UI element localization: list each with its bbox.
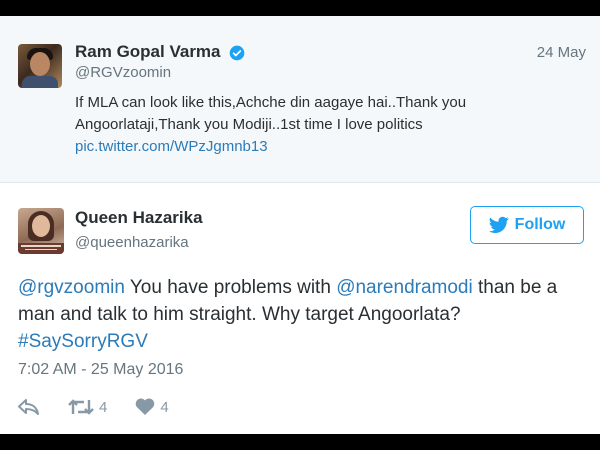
author-name[interactable]: Ram Gopal Varma [75,42,221,62]
like-count: 4 [160,398,169,416]
tweet-embed-card: Ram Gopal Varma @RGVzoomin 24 May If MLA… [0,16,600,434]
author-handle[interactable]: @queenhazarika [75,234,189,251]
reply-button[interactable] [18,399,40,415]
tweet-date[interactable]: 24 May [537,44,586,61]
mention-link[interactable]: @rgvzoomin [18,277,125,298]
reply-icon [18,399,39,415]
author-handle[interactable]: @RGVzoomin [75,64,171,81]
avatar[interactable] [18,208,64,254]
verified-badge-icon [229,45,245,61]
like-button[interactable]: 4 [135,398,169,416]
tweet-text-segment: You have problems with [124,277,337,298]
quoted-tweet-text: If MLA can look like this,Achche din aag… [75,92,575,158]
tweet-text-segment: than be a [472,277,558,298]
follow-label: Follow [514,216,566,233]
author-name[interactable]: Queen Hazarika [75,208,203,228]
media-link[interactable]: pic.twitter.com/WPzJgmnb13 [75,136,575,158]
avatar[interactable] [18,44,62,88]
heart-icon [136,398,155,415]
quoted-tweet[interactable]: Ram Gopal Varma @RGVzoomin 24 May If MLA… [0,16,600,183]
twitter-bird-icon [488,216,509,233]
retweet-button[interactable]: 4 [68,398,107,416]
retweet-count: 4 [99,398,108,416]
tweet-text-line: man and talk to him straight. Why target… [18,304,461,325]
tweet-text-line: If MLA can look like this,Achche din aag… [75,94,467,111]
hashtag-link[interactable]: #SaySorryRGV [18,328,588,355]
mention-link[interactable]: @narendramodi [336,277,473,298]
tweet-text-line: @rgvzoomin You have problems with @naren… [18,274,588,301]
tweet-timestamp[interactable]: 7:02 AM - 25 May 2016 [18,361,183,379]
tweet-actions: 4 4 [18,396,197,418]
tweet-text: @rgvzoomin You have problems with @naren… [18,274,588,355]
tweet-text-line: Angoorlataji,Thank you Modiji..1st time … [75,116,423,133]
follow-button[interactable]: Follow [470,206,584,244]
retweet-icon [68,399,94,415]
